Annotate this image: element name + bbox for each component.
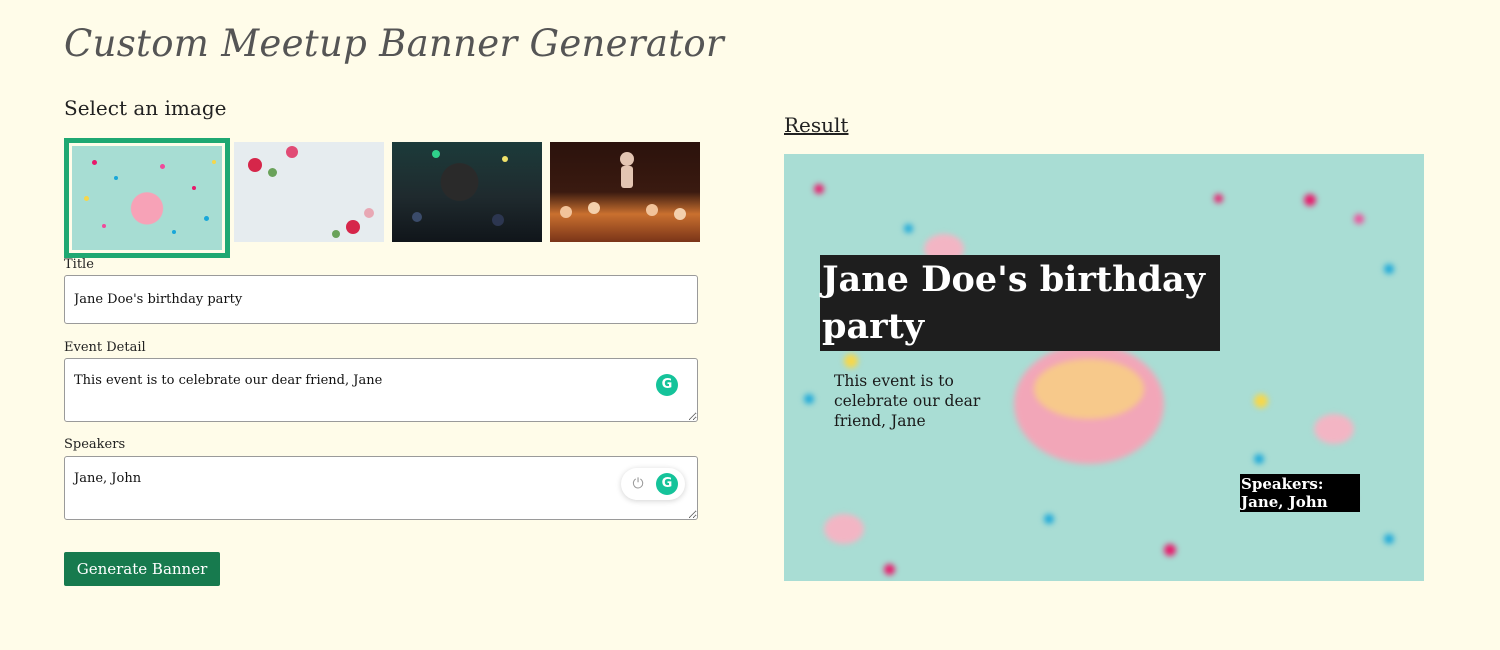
banner-event-detail: This event is to celebrate our dear frie… xyxy=(834,372,981,430)
banner-background-image xyxy=(784,154,1424,581)
grammarly-icon[interactable]: G xyxy=(656,374,678,396)
microphone-image xyxy=(392,142,542,242)
grammarly-icon[interactable]: G xyxy=(656,473,678,495)
result-heading: Result xyxy=(784,113,849,137)
birthday-party-image xyxy=(72,146,222,250)
image-option-microphone[interactable] xyxy=(392,142,542,242)
select-image-heading: Select an image xyxy=(64,96,227,120)
banner-speakers-names: Jane, John xyxy=(1241,493,1328,511)
power-icon[interactable]: ⏻ xyxy=(629,475,647,493)
title-input[interactable] xyxy=(64,275,698,324)
speakers-textarea[interactable]: Jane, John xyxy=(64,456,698,520)
crowd-image xyxy=(550,142,700,242)
generate-banner-button[interactable]: Generate Banner xyxy=(64,552,220,586)
speakers-label: Speakers xyxy=(64,437,126,452)
banner-speakers: Speakers: Jane, John xyxy=(1240,474,1360,512)
page-title: Custom Meetup Banner Generator xyxy=(64,22,724,65)
event-detail-textarea[interactable]: This event is to celebrate our dear frie… xyxy=(64,358,698,422)
image-option-birthday-party[interactable] xyxy=(64,138,230,258)
flowers-image xyxy=(234,142,384,242)
image-picker xyxy=(64,138,704,258)
title-label: Title xyxy=(64,257,94,272)
image-option-flowers[interactable] xyxy=(234,142,384,242)
banner-preview: Jane Doe's birthday party This event is … xyxy=(784,154,1424,581)
event-detail-label: Event Detail xyxy=(64,340,146,355)
banner-speakers-prefix: Speakers: xyxy=(1241,475,1324,493)
image-option-crowd[interactable] xyxy=(550,142,700,242)
banner-title: Jane Doe's birthday party xyxy=(820,255,1220,351)
grammarly-toolbar: ⏻ G xyxy=(621,468,685,500)
